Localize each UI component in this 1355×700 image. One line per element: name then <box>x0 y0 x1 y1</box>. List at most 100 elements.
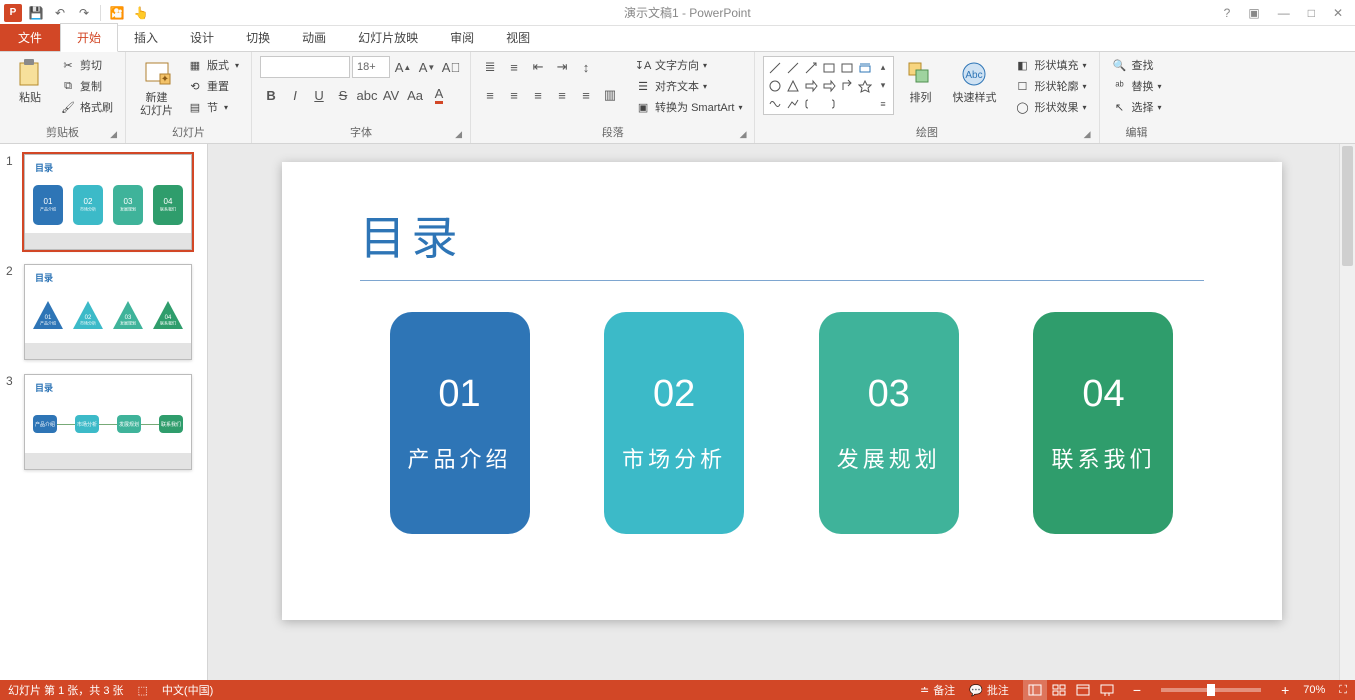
minimize-button[interactable]: — <box>1278 6 1290 20</box>
decrease-indent-button[interactable]: ⇤ <box>527 56 549 78</box>
language-status[interactable]: 中文(中国) <box>162 682 213 698</box>
card-2[interactable]: 02市场分析 <box>604 312 744 534</box>
qat-slideshow[interactable]: 🎦 <box>107 2 127 24</box>
clipboard-launcher[interactable]: ◢ <box>110 129 117 140</box>
underline-button[interactable]: U <box>308 84 330 106</box>
align-center-button[interactable]: ≡ <box>503 84 525 106</box>
tab-design[interactable]: 设计 <box>174 24 230 51</box>
clear-formatting-button[interactable]: A⃠ <box>440 56 462 78</box>
convert-smartart-button[interactable]: ▣转换为 SmartArt▾ <box>631 98 746 116</box>
replace-button[interactable]: ᵃᵇ替换▾ <box>1108 77 1166 95</box>
copy-button[interactable]: ⧉复制 <box>56 77 117 95</box>
cut-button[interactable]: ✂剪切 <box>56 56 117 74</box>
drawing-launcher[interactable]: ◢ <box>1084 129 1091 140</box>
slide-thumb-2[interactable]: 目录 01产品介绍 02市场分析 03发展规划 04联系我们 <box>24 264 192 360</box>
reading-view-button[interactable] <box>1071 680 1095 700</box>
text-direction-button[interactable]: ↧A文字方向▾ <box>631 56 746 74</box>
columns-button[interactable]: ▥ <box>599 84 621 106</box>
tab-slideshow[interactable]: 幻灯片放映 <box>342 24 434 51</box>
align-left-button[interactable]: ≡ <box>479 84 501 106</box>
tab-animations[interactable]: 动画 <box>286 24 342 51</box>
sorter-view-button[interactable] <box>1047 680 1071 700</box>
normal-view-button[interactable] <box>1023 680 1047 700</box>
zoom-handle[interactable] <box>1207 684 1215 696</box>
new-slide-button[interactable]: ✦ 新建 幻灯片 <box>134 56 179 120</box>
justify-button[interactable]: ≡ <box>551 84 573 106</box>
tab-view[interactable]: 视图 <box>490 24 546 51</box>
distribute-button[interactable]: ≡ <box>575 84 597 106</box>
format-painter-label: 格式刷 <box>80 99 113 115</box>
qat-touch[interactable]: 👆 <box>131 2 151 24</box>
tab-review[interactable]: 审阅 <box>434 24 490 51</box>
card-4-num: 04 <box>1082 373 1124 416</box>
bullets-button[interactable]: ≣ <box>479 56 501 78</box>
slide-editor[interactable]: 目录 01产品介绍 02市场分析 03发展规划 04联系我们 <box>208 144 1355 680</box>
tab-home[interactable]: 开始 <box>60 23 118 52</box>
qat-undo[interactable]: ↶ <box>50 2 70 24</box>
increase-font-button[interactable]: A▲ <box>392 56 414 78</box>
change-case-button[interactable]: Aa <box>404 84 426 106</box>
help-button[interactable]: ? <box>1224 6 1231 20</box>
strikethrough-button[interactable]: S <box>332 84 354 106</box>
tab-file[interactable]: 文件 <box>0 24 60 51</box>
arrange-button[interactable]: 排列 <box>898 56 942 107</box>
select-button[interactable]: ↖选择▾ <box>1108 98 1166 116</box>
spellcheck-icon[interactable]: ⬚ <box>138 684 148 697</box>
comments-button[interactable]: 💬 批注 <box>969 682 1009 698</box>
font-launcher[interactable]: ◢ <box>455 129 462 140</box>
slide-thumbnail-panel[interactable]: 1 目录 01产品介绍 02市场分析 03发展规划 04联系我们 2 目录 01… <box>0 144 208 680</box>
card-1[interactable]: 01产品介绍 <box>390 312 530 534</box>
align-text-button[interactable]: ☰对齐文本▾ <box>631 77 746 95</box>
fit-to-window-button[interactable]: ⛶ <box>1339 684 1347 697</box>
reset-button[interactable]: ⟲重置 <box>183 77 243 95</box>
decrease-font-button[interactable]: A▼ <box>416 56 438 78</box>
tab-insert[interactable]: 插入 <box>118 24 174 51</box>
scroll-thumb[interactable] <box>1342 146 1353 266</box>
slide-thumb-3[interactable]: 目录 产品介绍 市场分析 发展规划 联系我们 <box>24 374 192 470</box>
notes-area[interactable] <box>282 632 1282 680</box>
ribbon-display-button[interactable]: ▣ <box>1248 6 1259 20</box>
font-color-button[interactable]: A <box>428 84 450 106</box>
close-button[interactable]: ✕ <box>1333 6 1343 20</box>
group-clipboard-label: 剪贴板 <box>46 127 79 139</box>
section-button[interactable]: ▤节▾ <box>183 98 243 116</box>
numbering-button[interactable]: ≡ <box>503 56 525 78</box>
maximize-button[interactable]: □ <box>1308 6 1315 20</box>
zoom-slider[interactable] <box>1161 688 1261 692</box>
layout-button[interactable]: ▦版式▾ <box>183 56 243 74</box>
find-button[interactable]: 🔍查找 <box>1108 56 1166 74</box>
shape-outline-button[interactable]: ☐形状轮廓▾ <box>1010 77 1090 95</box>
card-4[interactable]: 04联系我们 <box>1033 312 1173 534</box>
notes-button[interactable]: ≐ 备注 <box>920 682 955 698</box>
increase-indent-button[interactable]: ⇥ <box>551 56 573 78</box>
qat-redo[interactable]: ↷ <box>74 2 94 24</box>
slide-count: 幻灯片 第 1 张，共 3 张 <box>8 682 124 698</box>
align-right-button[interactable]: ≡ <box>527 84 549 106</box>
bold-button[interactable]: B <box>260 84 282 106</box>
format-painter-button[interactable]: 🖌格式刷 <box>56 98 117 116</box>
zoom-in-button[interactable]: + <box>1281 682 1289 698</box>
zoom-percent[interactable]: 70% <box>1303 684 1325 696</box>
font-family-combo[interactable] <box>260 56 350 78</box>
line-spacing-button[interactable]: ↕ <box>575 56 597 78</box>
slide-title[interactable]: 目录 <box>360 202 464 268</box>
zoom-out-button[interactable]: − <box>1133 682 1141 698</box>
slide-canvas[interactable]: 目录 01产品介绍 02市场分析 03发展规划 04联系我们 <box>282 162 1282 620</box>
vertical-scrollbar[interactable] <box>1339 144 1355 680</box>
tab-transitions[interactable]: 切换 <box>230 24 286 51</box>
qat-save[interactable]: 💾 <box>26 2 46 24</box>
slide-thumb-1[interactable]: 目录 01产品介绍 02市场分析 03发展规划 04联系我们 <box>24 154 192 250</box>
paste-button[interactable]: 粘贴 <box>8 56 52 107</box>
quick-styles-button[interactable]: Abc 快速样式 <box>946 56 1002 107</box>
font-size-combo[interactable]: 18+ <box>352 56 390 78</box>
slideshow-view-button[interactable] <box>1095 680 1119 700</box>
thumb-number-2: 2 <box>6 264 18 360</box>
italic-button[interactable]: I <box>284 84 306 106</box>
char-spacing-button[interactable]: AV <box>380 84 402 106</box>
paragraph-launcher[interactable]: ◢ <box>740 129 747 140</box>
shapes-gallery[interactable]: ▴ ▾ ≡ <box>763 56 894 115</box>
shadow-button[interactable]: abc <box>356 84 378 106</box>
card-3[interactable]: 03发展规划 <box>819 312 959 534</box>
shape-effects-button[interactable]: ◯形状效果▾ <box>1010 98 1090 116</box>
shape-fill-button[interactable]: ◧形状填充▾ <box>1010 56 1090 74</box>
